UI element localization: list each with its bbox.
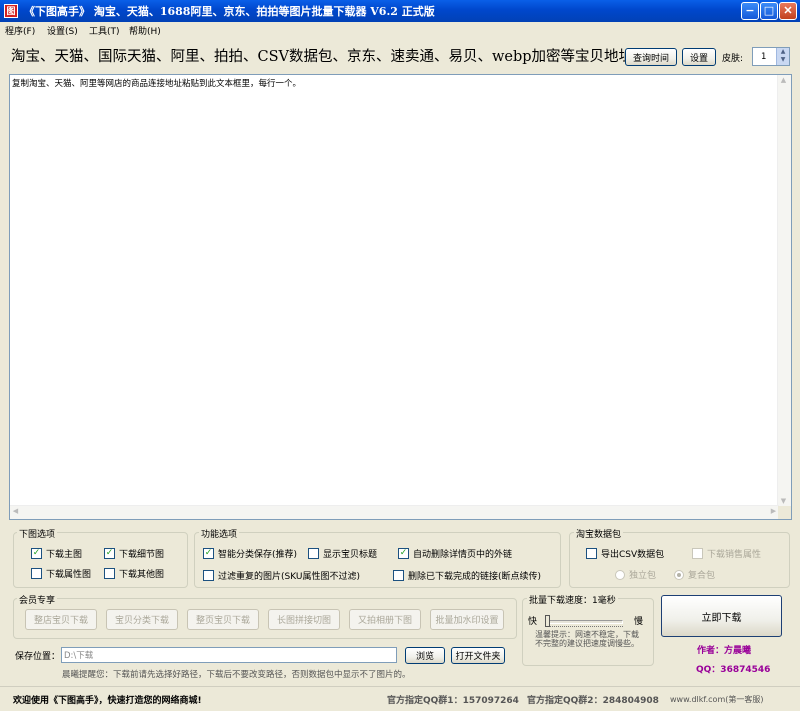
close-button[interactable]: ✕ <box>779 2 797 20</box>
url-textarea[interactable]: 复制淘宝、天猫、阿里等网店的商品连接地址粘贴到此文本框里，每行一个。 ▲ ▼ ◀… <box>9 74 792 520</box>
author-label: 作者：方晨曦 <box>697 646 752 656</box>
download-now-button[interactable]: 立即下载 <box>661 595 782 637</box>
settings-button[interactable]: 设置 <box>682 48 716 66</box>
vertical-scrollbar[interactable]: ▲ ▼ <box>777 75 791 507</box>
checkbox-smart-classify-label: 智能分类保存(推荐) <box>218 550 298 560</box>
speed-fast-label: 快 <box>528 617 538 627</box>
menu-program[interactable]: 程序(F) <box>5 24 35 37</box>
qq-label: QQ：36874546 <box>696 665 771 675</box>
checkbox-filter-duplicates-label: 过滤重复的图片(SKU属性图不过滤) <box>218 572 360 582</box>
menu-bar: 程序(F) 设置(S) 工具(T) 帮助(H) <box>0 22 800 38</box>
radio-combined-package[interactable]: 复合包 <box>674 568 715 581</box>
checkbox-export-csv-box[interactable] <box>586 548 597 559</box>
browse-button[interactable]: 浏览 <box>405 647 445 664</box>
scroll-left-icon[interactable]: ◀ <box>10 506 21 517</box>
speed-legend: 批量下载速度：1毫秒 <box>527 593 618 606</box>
speed-slider-track[interactable] <box>545 620 623 624</box>
batch-watermark-button[interactable]: 批量加水印设置 <box>430 609 504 630</box>
long-image-stitch-button[interactable]: 长图拼接切图 <box>268 609 340 630</box>
checkbox-main-image-box[interactable]: ✓ <box>31 548 42 559</box>
minimize-button[interactable]: − <box>741 2 759 20</box>
radio-single-package-label: 独立包 <box>629 571 657 581</box>
url-label: 淘宝、天猫、国际天猫、阿里、拍拍、CSV数据包、京东、速卖通、易贝、webp加密… <box>11 49 638 65</box>
app-icon[interactable]: 图 <box>4 4 18 18</box>
menu-tools[interactable]: 工具(T) <box>89 24 120 37</box>
checkbox-smart-classify-box[interactable]: ✓ <box>203 548 214 559</box>
category-download-button[interactable]: 宝贝分类下载 <box>106 609 178 630</box>
checkbox-main-image-label: 下载主图 <box>46 550 83 560</box>
whole-store-download-button[interactable]: 整店宝贝下载 <box>25 609 97 630</box>
save-path-input[interactable]: D:\下载 <box>61 647 397 663</box>
checkbox-detail-image-label: 下载细节图 <box>119 550 165 560</box>
save-reminder: 晨曦提醒您：下载前请先选择好路径，下载后不要改变路径，否则数据包中显示不了图片的… <box>62 670 411 680</box>
checkbox-filter-duplicates[interactable]: 过滤重复的图片(SKU属性图不过滤) <box>203 569 360 582</box>
status-bar: 欢迎使用《下图高手》，快速打造您的网络商城! 官方指定QQ群1：15709726… <box>0 686 800 711</box>
checkbox-attr-image-box[interactable] <box>31 568 42 579</box>
checkbox-export-csv[interactable]: 导出CSV数据包 <box>586 547 664 560</box>
spinner-arrows-icon[interactable]: ▲ ▼ <box>776 48 789 65</box>
checkbox-download-sales-attr-label: 下载销售属性 <box>707 550 762 560</box>
checkbox-main-image[interactable]: ✓ 下载主图 <box>31 547 82 560</box>
maximize-button[interactable]: □ <box>760 2 778 20</box>
status-website-link[interactable]: www.dlkf.com(第一客服) <box>670 694 763 705</box>
radio-single-package[interactable]: 独立包 <box>615 568 656 581</box>
url-textarea-placeholder: 复制淘宝、天猫、阿里等网店的商品连接地址粘贴到此文本框里，每行一个。 <box>12 79 302 89</box>
menu-settings[interactable]: 设置(S) <box>47 24 78 37</box>
status-welcome: 欢迎使用《下图高手》，快速打造您的网络商城! <box>13 696 202 706</box>
checkbox-filter-duplicates-box[interactable] <box>203 570 214 581</box>
youpai-album-download-button[interactable]: 又拍相册下图 <box>349 609 421 630</box>
skin-label: 皮肤: <box>722 54 744 64</box>
taobao-data-legend: 淘宝数据包 <box>574 527 624 540</box>
checkbox-remove-external-links[interactable]: ✓ 自动删除详情页中的外链 <box>398 547 512 560</box>
query-time-button[interactable]: 查询时间 <box>625 48 677 66</box>
checkbox-other-image-box[interactable] <box>104 568 115 579</box>
download-options-legend: 下图选项 <box>17 527 58 540</box>
open-folder-button[interactable]: 打开文件夹 <box>451 647 505 664</box>
title-bar[interactable]: 图 《下图高手》 淘宝、天猫、1688阿里、京东、拍拍等图片批量下载器 V6.2… <box>0 0 800 22</box>
checkbox-other-image[interactable]: 下载其他图 <box>104 567 164 580</box>
scrollbar-corner <box>778 506 791 519</box>
checkbox-remove-external-links-box[interactable]: ✓ <box>398 548 409 559</box>
checkbox-delete-finished-links-label: 删除已下载完成的链接(断点续传) <box>408 572 542 582</box>
checkbox-delete-finished-links-box[interactable] <box>393 570 404 581</box>
skin-spinner[interactable]: 1 ▲ ▼ <box>752 47 790 66</box>
checkbox-download-sales-attr[interactable]: 下载销售属性 <box>692 547 761 560</box>
save-location-label: 保存位置： <box>15 652 61 662</box>
speed-slow-label: 慢 <box>634 617 644 627</box>
menu-help[interactable]: 帮助(H) <box>129 24 161 37</box>
radio-combined-package-label: 复合包 <box>688 571 716 581</box>
radio-combined-package-circle[interactable] <box>674 569 684 580</box>
checkbox-attr-image[interactable]: 下载属性图 <box>31 567 91 580</box>
checkbox-show-title-label: 显示宝贝标题 <box>323 550 378 560</box>
speed-slider-ticks <box>545 626 623 629</box>
horizontal-scrollbar[interactable]: ◀ ▶ <box>10 505 779 519</box>
speed-slider-thumb[interactable] <box>545 615 550 627</box>
checkbox-show-title-box[interactable] <box>308 548 319 559</box>
checkbox-other-image-label: 下载其他图 <box>119 570 165 580</box>
checkbox-download-sales-attr-box[interactable] <box>692 548 703 559</box>
scroll-up-icon[interactable]: ▲ <box>778 75 789 86</box>
window-title: 《下图高手》 淘宝、天猫、1688阿里、京东、拍拍等图片批量下载器 V6.2 正… <box>24 5 435 18</box>
member-legend: 会员专享 <box>17 593 58 606</box>
checkbox-detail-image-box[interactable]: ✓ <box>104 548 115 559</box>
checkbox-remove-external-links-label: 自动删除详情页中的外链 <box>413 550 513 560</box>
whole-page-download-button[interactable]: 整页宝贝下载 <box>187 609 259 630</box>
skin-value: 1 <box>761 51 767 62</box>
checkbox-show-title[interactable]: 显示宝贝标题 <box>308 547 377 560</box>
speed-hint: 温馨提示：网速不稳定，下载不完整的建议把速度调慢些。 <box>535 630 639 648</box>
status-qq-group-2[interactable]: 官方指定QQ群2：284804908 <box>527 693 659 706</box>
checkbox-delete-finished-links[interactable]: 删除已下载完成的链接(断点续传) <box>393 569 541 582</box>
checkbox-export-csv-label: 导出CSV数据包 <box>601 550 665 560</box>
status-qq-group-1[interactable]: 官方指定QQ群1：157097264 <box>387 693 519 706</box>
checkbox-smart-classify[interactable]: ✓ 智能分类保存(推荐) <box>203 547 297 560</box>
radio-single-package-circle[interactable] <box>615 569 625 580</box>
checkbox-detail-image[interactable]: ✓ 下载细节图 <box>104 547 164 560</box>
feature-options-legend: 功能选项 <box>199 527 240 540</box>
checkbox-attr-image-label: 下载属性图 <box>46 570 92 580</box>
